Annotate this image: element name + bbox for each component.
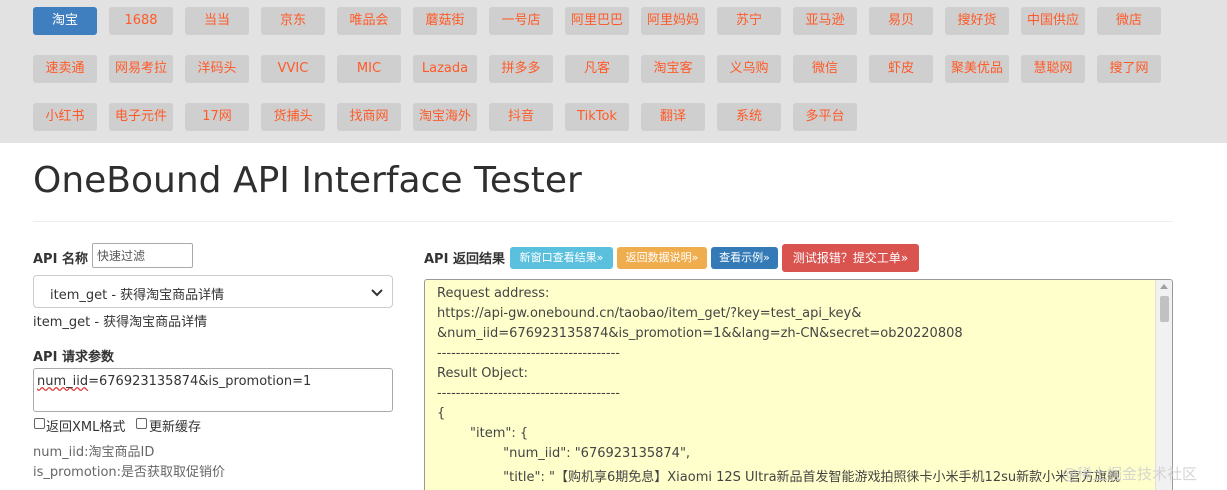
result-line: "num_iid": "676923135874", xyxy=(437,446,691,461)
platform-tab[interactable]: 小红书 xyxy=(33,103,97,131)
platform-tab[interactable]: MIC xyxy=(337,55,401,83)
platform-tab[interactable]: VVIC xyxy=(261,55,325,83)
platform-tab[interactable]: 网易考拉 xyxy=(109,55,173,83)
cache-checkbox[interactable] xyxy=(136,418,147,429)
report-issue-button[interactable]: 测试报错？提交工单» xyxy=(782,244,919,272)
platform-tab[interactable]: 翻译 xyxy=(641,103,705,131)
result-line: "item": { xyxy=(437,426,529,441)
platform-tab[interactable]: 慧聪网 xyxy=(1021,55,1085,83)
result-line: "title": "【购机享6期免息】Xiaomi 12S Ultra新品首发智… xyxy=(437,470,1121,485)
platform-tab[interactable]: 淘宝海外 xyxy=(413,103,477,131)
params-textarea[interactable]: num_iid=676923135874&is_promotion=1 xyxy=(33,368,393,412)
platform-tab[interactable]: TikTok xyxy=(565,103,629,131)
platform-tab[interactable]: 凡客 xyxy=(565,55,629,83)
result-line: --------------------------------------- xyxy=(437,346,620,361)
api-name-label: API 名称 xyxy=(33,252,88,267)
result-label: API 返回结果 xyxy=(424,252,505,267)
api-description: item_get - 获得淘宝商品详情 xyxy=(33,315,208,330)
platform-tab[interactable]: 17网 xyxy=(185,103,249,131)
platform-tab[interactable]: 亚马逊 xyxy=(793,7,857,35)
result-output[interactable]: Request address: https://api-gw.onebound.… xyxy=(424,279,1173,490)
platform-tab[interactable]: 蘑菇街 xyxy=(413,7,477,35)
platform-tab[interactable]: 苏宁 xyxy=(717,7,781,35)
platform-tab[interactable]: 货捕头 xyxy=(261,103,325,131)
platform-tab[interactable]: 聚美优品 xyxy=(945,55,1009,83)
cache-checkbox-label: 更新缓存 xyxy=(149,420,202,435)
result-line: { xyxy=(437,406,446,421)
scrollbar-thumb[interactable] xyxy=(1160,296,1169,322)
params-value: num_iid=676923135874&is_promotion=1 xyxy=(37,374,311,389)
result-line: Request address: xyxy=(437,286,550,301)
result-line: Result Object: xyxy=(437,366,529,381)
platform-tab[interactable]: 中国供应 xyxy=(1021,7,1085,35)
platform-nav: 淘宝 1688 当当 京东 唯品会 蘑菇街 一号店 阿里巴巴 阿里妈妈 苏宁 亚马逊 易贝 搜好货 中国供… xyxy=(0,0,1227,143)
platform-tab[interactable]: 唯品会 xyxy=(337,7,401,35)
xml-checkbox[interactable] xyxy=(34,418,45,429)
platform-tab[interactable]: 微店 xyxy=(1097,7,1161,35)
platform-tab[interactable]: 1688 xyxy=(109,7,173,35)
api-select[interactable]: item_get - 获得淘宝商品详情 xyxy=(33,275,393,308)
platform-tab[interactable]: 找商网 xyxy=(337,103,401,131)
platform-tab[interactable]: 搜了网 xyxy=(1097,55,1161,83)
platform-tab[interactable]: Lazada xyxy=(413,55,477,83)
platform-tab[interactable]: 系统 xyxy=(717,103,781,131)
platform-tab[interactable]: 洋码头 xyxy=(185,55,249,83)
platform-tab[interactable]: 微信 xyxy=(793,55,857,83)
platform-tab[interactable]: 电子元件 xyxy=(109,103,173,131)
platform-tab[interactable]: 虾皮 xyxy=(869,55,933,83)
platform-tab[interactable]: 拼多多 xyxy=(489,55,553,83)
api-filter-input[interactable] xyxy=(92,243,193,268)
api-select-value: item_get - 获得淘宝商品详情 xyxy=(50,288,225,303)
platform-tab[interactable]: 淘宝客 xyxy=(641,55,705,83)
page-title: OneBound API Interface Tester xyxy=(33,160,582,201)
platform-tab[interactable]: 一号店 xyxy=(489,7,553,35)
chevron-down-icon xyxy=(371,289,383,297)
platform-tab[interactable]: 阿里巴巴 xyxy=(565,7,629,35)
params-value-rest: =676923135874&is_promotion=1 xyxy=(88,374,312,389)
title-divider xyxy=(33,221,1173,222)
platform-tab[interactable]: 阿里妈妈 xyxy=(641,7,705,35)
result-line: https://api-gw.onebound.cn/taobao/item_g… xyxy=(437,306,862,321)
params-value-prefix: num_iid xyxy=(37,374,89,389)
param-hint-is-promotion: is_promotion:是否获取取促销价 xyxy=(33,465,226,480)
platform-tab[interactable]: 多平台 xyxy=(793,103,857,131)
platform-tab[interactable]: 义乌购 xyxy=(717,55,781,83)
watermark: @稀土掘金技术社区 xyxy=(1062,465,1198,483)
new-window-button[interactable]: 新窗口查看结果» xyxy=(510,247,613,269)
param-hint-num-iid: num_iid:淘宝商品ID xyxy=(33,445,155,460)
result-scrollbar[interactable] xyxy=(1155,280,1172,490)
example-button[interactable]: 查看示例» xyxy=(711,247,778,269)
platform-tab[interactable]: 淘宝 xyxy=(33,7,97,35)
result-line: &num_iid=676923135874&is_promotion=1&&la… xyxy=(437,326,963,341)
params-label: API 请求参数 xyxy=(33,350,114,365)
platform-tab[interactable]: 京东 xyxy=(261,7,325,35)
xml-checkbox-label: 返回XML格式 xyxy=(46,420,126,435)
platform-tab[interactable]: 抖音 xyxy=(489,103,553,131)
platform-tab[interactable]: 当当 xyxy=(185,7,249,35)
platform-tab[interactable]: 易贝 xyxy=(869,7,933,35)
scroll-up-icon[interactable] xyxy=(1160,284,1168,289)
platform-tab[interactable]: 速卖通 xyxy=(33,55,97,83)
return-doc-button[interactable]: 返回数据说明» xyxy=(617,247,707,269)
platform-tab[interactable]: 搜好货 xyxy=(945,7,1009,35)
result-line: --------------------------------------- xyxy=(437,386,620,401)
